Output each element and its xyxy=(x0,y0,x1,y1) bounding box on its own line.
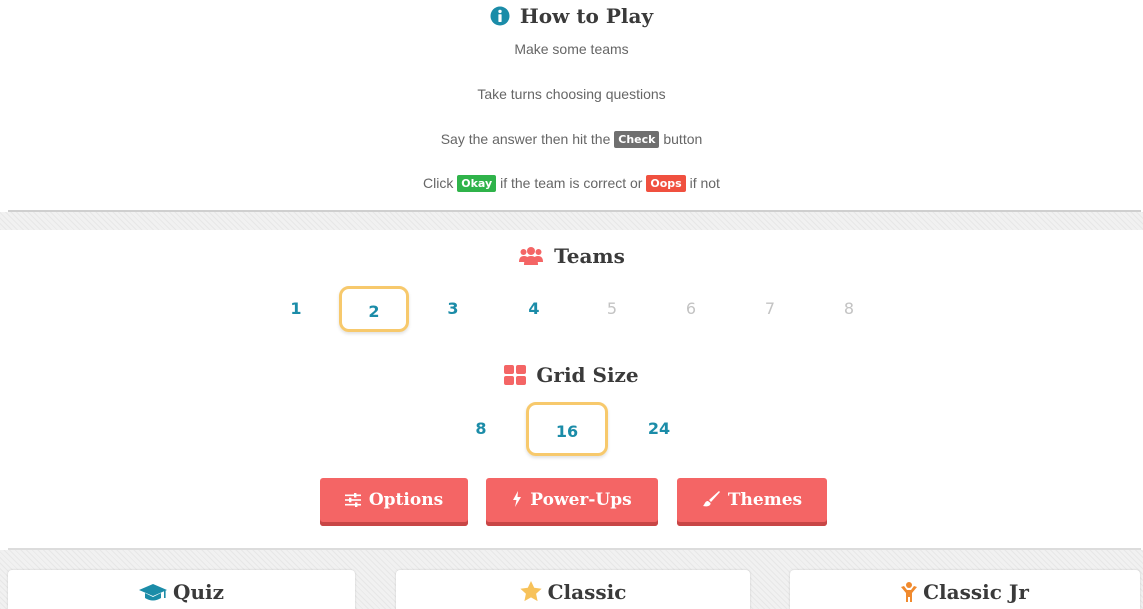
users-icon xyxy=(518,246,544,271)
teams-title: Teams xyxy=(0,244,1143,271)
grid-option-16[interactable]: 16 xyxy=(526,402,608,456)
grid-option-8[interactable]: 8 xyxy=(440,402,522,456)
divider-rule xyxy=(8,210,1141,212)
team-option-4[interactable]: 4 xyxy=(499,286,569,332)
team-option-3[interactable]: 3 xyxy=(418,286,488,332)
page: How to Play Make some teams Take turns c… xyxy=(0,0,1143,609)
grid-size-title-text: Grid Size xyxy=(536,363,639,387)
graduation-cap-icon xyxy=(139,573,168,609)
paint-brush-icon xyxy=(702,480,720,524)
how-to-play-title-text: How to Play xyxy=(519,4,654,28)
themes-button[interactable]: Themes xyxy=(677,478,827,526)
step-say-answer-text: Say the answer then hit the xyxy=(440,131,611,147)
step-click-result: Click Okay if the team is correct or Oop… xyxy=(0,175,1143,192)
mode-card-classic-label: Classic xyxy=(547,580,627,604)
team-option-7[interactable]: 7 xyxy=(735,286,805,332)
teams-options: 1 2 3 4 5 6 7 8 xyxy=(0,286,1143,332)
check-chip: Check xyxy=(614,131,660,148)
bolt-icon xyxy=(512,480,522,524)
team-option-8[interactable]: 8 xyxy=(814,286,884,332)
step-make-teams: Make some teams xyxy=(514,41,629,57)
options-button-label: Options xyxy=(368,490,444,510)
mode-card-classic-jr-label: Classic Jr xyxy=(923,580,1029,604)
step-click-suffix: if not xyxy=(689,175,720,191)
sliders-icon xyxy=(344,480,361,524)
options-button[interactable]: Options xyxy=(320,478,468,526)
step-say-answer: Say the answer then hit the Check button xyxy=(0,131,1143,148)
step-click-middle: if the team is correct or xyxy=(500,175,643,191)
okay-chip: Okay xyxy=(457,175,497,192)
child-icon xyxy=(901,573,918,609)
grid-icon xyxy=(504,365,527,390)
mode-card-quiz[interactable]: Quiz xyxy=(8,570,355,609)
grid-size-title: Grid Size xyxy=(0,363,1143,390)
step-take-turns: Take turns choosing questions xyxy=(477,86,666,102)
mode-card-classic[interactable]: Classic xyxy=(396,570,750,609)
mode-card-quiz-label: Quiz xyxy=(173,580,224,604)
step-say-answer-suffix: button xyxy=(663,131,703,147)
grid-option-24[interactable]: 24 xyxy=(618,402,700,456)
star-icon xyxy=(520,573,542,609)
grid-size-options: 8 16 24 xyxy=(0,402,1143,456)
team-option-2[interactable]: 2 xyxy=(339,286,409,332)
mode-card-classic-jr[interactable]: Classic Jr xyxy=(790,570,1140,609)
how-to-play-section: How to Play Make some teams Take turns c… xyxy=(0,0,1143,212)
info-circle-icon xyxy=(490,6,510,31)
section-divider-top xyxy=(0,212,1143,230)
power-ups-button-label: Power-Ups xyxy=(530,490,632,510)
how-to-play-title: How to Play xyxy=(0,4,1143,31)
oops-chip: Oops xyxy=(646,175,686,192)
team-option-6[interactable]: 6 xyxy=(656,286,726,332)
team-option-5[interactable]: 5 xyxy=(577,286,647,332)
themes-button-label: Themes xyxy=(727,490,803,510)
team-option-1[interactable]: 1 xyxy=(261,286,331,332)
step-click-text: Click xyxy=(423,175,454,191)
teams-title-text: Teams xyxy=(554,244,625,268)
power-ups-button[interactable]: Power-Ups xyxy=(486,478,658,526)
